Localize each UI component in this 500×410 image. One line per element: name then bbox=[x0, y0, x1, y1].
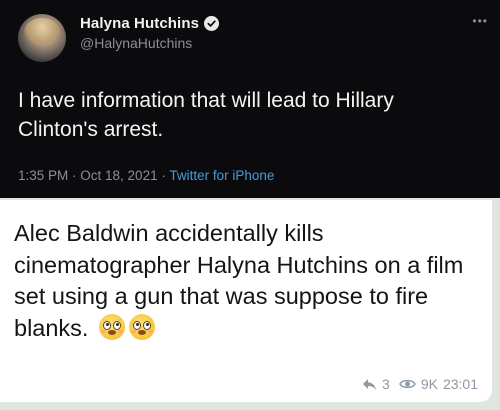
message-text-block: Alec Baldwin accidentally kills cinemato… bbox=[14, 218, 484, 344]
tweet-date[interactable]: Oct 18, 2021 bbox=[80, 168, 157, 183]
message-bubble[interactable]: Alec Baldwin accidentally kills cinemato… bbox=[0, 200, 492, 402]
eye-icon bbox=[398, 378, 416, 390]
view-count: 9K bbox=[420, 376, 438, 392]
tweet-card: Halyna Hutchins @HalynaHutchins ••• I ha… bbox=[0, 0, 500, 198]
tweet-source-link[interactable]: Twitter for iPhone bbox=[169, 168, 274, 183]
share-icon[interactable] bbox=[362, 378, 377, 391]
avatar[interactable] bbox=[18, 14, 66, 62]
more-options-icon[interactable]: ••• bbox=[472, 14, 488, 28]
author-handle[interactable]: @HalynaHutchins bbox=[80, 35, 192, 51]
message-stats: 3 9K 23:01 bbox=[362, 376, 478, 392]
message-time: 23:01 bbox=[442, 376, 478, 392]
author-name-row: Halyna Hutchins bbox=[80, 15, 220, 32]
tweet-meta: 1:35 PM · Oct 18, 2021 · Twitter for iPh… bbox=[18, 168, 274, 183]
author-display-name[interactable]: Halyna Hutchins bbox=[80, 15, 199, 32]
verified-badge-icon bbox=[204, 16, 220, 31]
flushed-face-icon bbox=[129, 313, 155, 340]
message-text: Alec Baldwin accidentally kills cinemato… bbox=[14, 220, 464, 341]
share-count: 3 bbox=[382, 376, 390, 392]
tweet-time: 1:35 PM bbox=[18, 168, 69, 183]
tweet-text: I have information that will lead to Hil… bbox=[18, 89, 394, 141]
avatar-image bbox=[24, 18, 60, 46]
flushed-face-icon bbox=[99, 313, 125, 340]
meta-separator: · bbox=[157, 168, 170, 183]
meta-separator: · bbox=[68, 168, 81, 183]
